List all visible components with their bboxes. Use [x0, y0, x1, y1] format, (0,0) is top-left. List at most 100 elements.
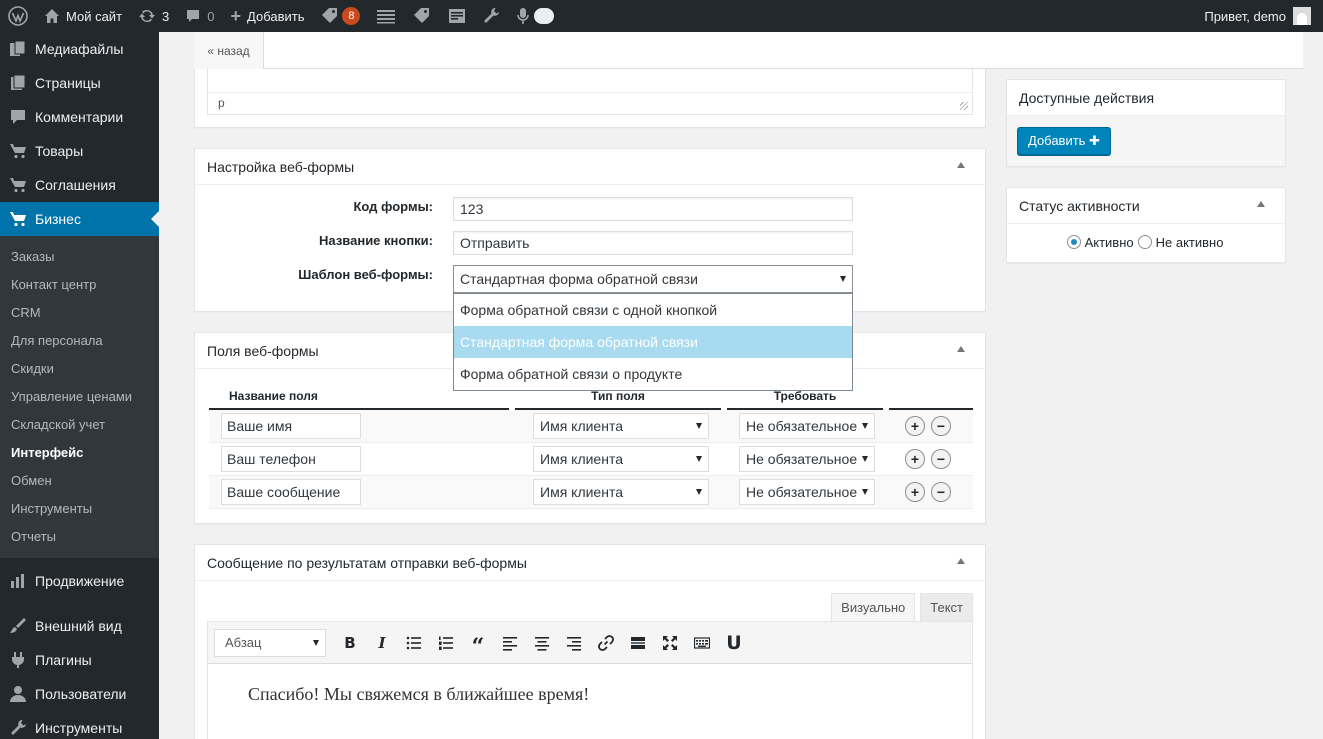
format-select[interactable]: Абзац [214, 628, 326, 657]
editor-area[interactable]: p [207, 69, 973, 115]
bold-icon[interactable]: B [334, 628, 366, 658]
submenu-item-interface[interactable]: Интерфейс [0, 439, 159, 467]
microphone-icon[interactable] [508, 0, 562, 32]
sidebar-item-agreements[interactable]: Соглашения [0, 168, 159, 202]
active-radio-label[interactable]: Активно [1085, 235, 1134, 250]
sidebar-item-pages[interactable]: Страницы [0, 66, 159, 100]
template-option[interactable]: Форма обратной связи с одной кнопкой [454, 294, 852, 326]
resize-handle-icon[interactable] [960, 102, 968, 110]
submenu-item-reports[interactable]: Отчеты [0, 523, 159, 551]
submenu-item-pricing[interactable]: Управление ценами [0, 383, 159, 411]
fullscreen-icon[interactable] [654, 628, 686, 658]
custom-u-icon[interactable]: U [718, 628, 750, 658]
required-select[interactable]: Не обязательное [739, 445, 875, 472]
field-name-cell: Ваше имя [209, 409, 509, 443]
sidebar-item-comments[interactable]: Комментарии [0, 100, 159, 134]
tab-text[interactable]: Текст [920, 593, 973, 621]
sidebar-item-business[interactable]: Бизнес [0, 202, 159, 236]
fields-table: Название поля Тип поля Требовать Ваше им… [209, 383, 973, 509]
required-select[interactable]: Не обязательное [739, 412, 875, 439]
field-name-cell: Ваше сообщение [209, 475, 509, 509]
field-name-input[interactable]: Ваше имя [221, 412, 361, 439]
submenu-item-tools[interactable]: Инструменты [0, 495, 159, 523]
collapse-arrow-icon[interactable] [957, 346, 965, 352]
form-code-input[interactable]: 123 [453, 197, 853, 221]
align-center-icon[interactable] [526, 628, 558, 658]
new-content-link[interactable]: + Добавить [223, 0, 313, 32]
add-row-icon[interactable]: + [905, 415, 925, 436]
template-option-selected[interactable]: Стандартная форма обратной связи [454, 326, 852, 358]
sidebar-item-promotion[interactable]: Продвижение [0, 564, 159, 598]
submenu-item-contact-center[interactable]: Контакт центр [0, 271, 159, 299]
field-type-value: Имя клиента [540, 417, 623, 434]
submenu-item-exchange[interactable]: Обмен [0, 467, 159, 495]
submenu-item-orders[interactable]: Заказы [0, 243, 159, 271]
right-margin [1303, 32, 1323, 739]
field-name-input[interactable]: Ваше сообщение [221, 478, 361, 505]
tab-visual[interactable]: Визуально [831, 593, 916, 621]
message-box-header[interactable]: Сообщение по результатам отправки веб-фо… [195, 545, 985, 581]
button-name-input[interactable]: Отправить [453, 231, 853, 255]
keyboard-icon[interactable] [686, 628, 718, 658]
table-row: Ваш телефон Имя клиента Не обязательное … [209, 442, 973, 476]
wordpress-logo-icon[interactable] [0, 0, 36, 32]
sidebar-item-users[interactable]: Пользователи [0, 677, 159, 711]
field-type-select[interactable]: Имя клиента [533, 412, 709, 439]
submenu-item-staff[interactable]: Для персонала [0, 327, 159, 355]
field-type-select[interactable]: Имя клиента [533, 445, 709, 472]
inactive-radio[interactable] [1137, 235, 1152, 249]
message-content[interactable]: Спасибо! Мы свяжемся в ближайшее время! [208, 664, 972, 705]
numbered-list-icon[interactable] [430, 628, 462, 658]
user-account-link[interactable]: Привет, demo [1196, 0, 1323, 32]
dropdown-arrow-icon [696, 488, 702, 495]
active-radio[interactable] [1066, 235, 1081, 249]
collapse-arrow-icon[interactable] [957, 162, 965, 168]
sidebar-item-appearance[interactable]: Внешний вид [0, 609, 159, 643]
field-type-select[interactable]: Имя клиента [533, 478, 709, 505]
align-left-icon[interactable] [494, 628, 526, 658]
admin-sidebar: Медиафайлы Страницы Комментарии Товары С… [0, 32, 159, 739]
comments-link[interactable]: 0 [177, 0, 222, 32]
settings-box-header[interactable]: Настройка веб-формы [195, 149, 985, 185]
status-box-header[interactable]: Статус активности [1007, 188, 1285, 224]
required-cell: Не обязательное [727, 409, 883, 443]
sidebar-item-media[interactable]: Медиафайлы [0, 32, 159, 66]
blockquote-icon[interactable]: “ [462, 628, 494, 658]
collapse-arrow-icon[interactable] [1257, 201, 1265, 207]
field-name-input[interactable]: Ваш телефон [221, 445, 361, 472]
list-icon[interactable] [368, 0, 404, 32]
sidebar-item-plugins[interactable]: Плагины [0, 643, 159, 677]
submenu-item-warehouse[interactable]: Складской учет [0, 411, 159, 439]
remove-row-icon[interactable]: − [931, 415, 951, 436]
align-right-icon[interactable] [558, 628, 590, 658]
add-button[interactable]: Добавить ✚ [1017, 127, 1111, 155]
remove-row-icon[interactable]: − [931, 481, 951, 502]
sidebar-item-label: Медиафайлы [35, 41, 124, 57]
template-option[interactable]: Форма обратной связи о продукте [454, 358, 852, 390]
document-icon[interactable] [440, 0, 474, 32]
sidebar-item-products[interactable]: Товары [0, 134, 159, 168]
collapse-arrow-icon[interactable] [957, 558, 965, 564]
wrench-icon[interactable] [474, 0, 508, 32]
required-select[interactable]: Не обязательное [739, 478, 875, 505]
template-select[interactable]: Стандартная форма обратной связи [453, 265, 853, 293]
back-button[interactable]: « назад [194, 32, 264, 69]
add-row-icon[interactable]: + [905, 481, 925, 502]
sidebar-item-tools[interactable]: Инструменты [0, 711, 159, 739]
remove-row-icon[interactable]: − [931, 448, 951, 469]
submenu-item-discounts[interactable]: Скидки [0, 355, 159, 383]
italic-icon[interactable]: I [366, 628, 398, 658]
link-icon[interactable] [590, 628, 622, 658]
cart-icon [8, 175, 28, 195]
notifications-link[interactable]: 8 [312, 0, 368, 32]
sidebar-item-label: Продвижение [35, 573, 125, 589]
sidebar-item-label: Страницы [35, 75, 101, 91]
add-row-icon[interactable]: + [905, 448, 925, 469]
read-more-icon[interactable] [622, 628, 654, 658]
submenu-item-crm[interactable]: CRM [0, 299, 159, 327]
site-name-link[interactable]: Мой сайт [36, 0, 130, 32]
price-tag-icon[interactable] [404, 0, 440, 32]
inactive-radio-label[interactable]: Не активно [1156, 235, 1224, 250]
updates-link[interactable]: 3 [130, 0, 177, 32]
bullet-list-icon[interactable] [398, 628, 430, 658]
